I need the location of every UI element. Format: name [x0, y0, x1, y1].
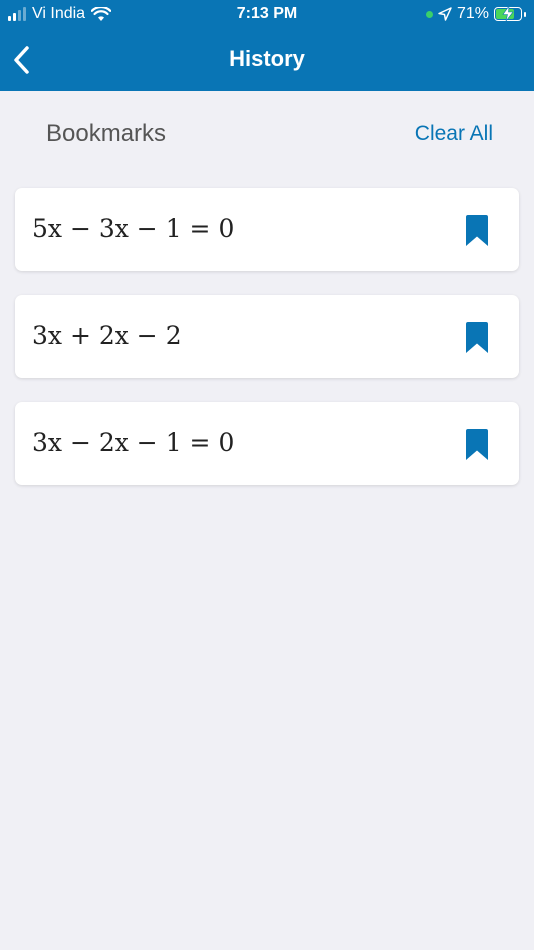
- location-arrow-icon: [438, 7, 452, 21]
- bookmark-item[interactable]: 5x − 3x − 1 = 0: [15, 188, 519, 271]
- bookmarks-section-header: Bookmarks Clear All: [0, 91, 534, 181]
- bookmark-icon[interactable]: [465, 322, 489, 353]
- bookmark-item[interactable]: 3x + 2x − 2: [15, 295, 519, 378]
- bookmark-icon[interactable]: [465, 429, 489, 460]
- page-title: History: [229, 46, 305, 71]
- bookmark-item[interactable]: 3x − 2x − 1 = 0: [15, 402, 519, 485]
- app-header: Vi India 7:13 PM 71% History: [0, 0, 534, 91]
- battery-tip: [524, 11, 526, 17]
- section-title: Bookmarks: [46, 120, 167, 147]
- battery-charging-icon: [494, 6, 522, 21]
- battery-percent: 71%: [456, 5, 489, 22]
- bookmark-expression: 3x − 2x − 1 = 0: [32, 428, 235, 457]
- bookmark-expression: 3x + 2x − 2: [32, 321, 182, 350]
- privacy-indicator-dot: [425, 10, 433, 18]
- bookmark-expression: 5x − 3x − 1 = 0: [32, 214, 235, 243]
- status-right: 71%: [425, 5, 526, 23]
- clear-all-button[interactable]: Clear All: [415, 122, 493, 146]
- status-bar: Vi India 7:13 PM 71%: [0, 0, 534, 30]
- nav-bar: History: [0, 30, 534, 91]
- bookmark-icon[interactable]: [465, 215, 489, 246]
